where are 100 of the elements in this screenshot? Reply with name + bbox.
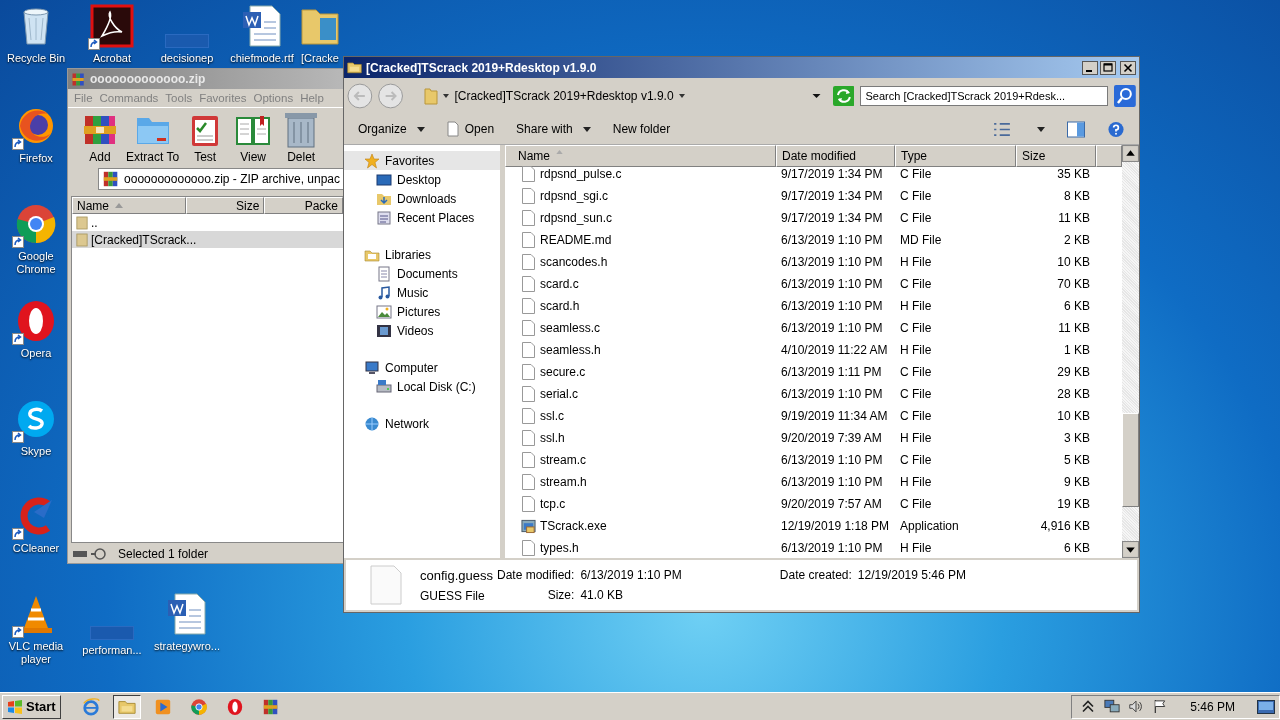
column-header[interactable]: Type bbox=[895, 145, 1016, 167]
flag-icon[interactable] bbox=[1152, 699, 1169, 714]
speaker-icon[interactable] bbox=[1128, 699, 1145, 714]
preview-pane-icon[interactable] bbox=[1067, 120, 1085, 138]
file-name[interactable]: rdpsnd_pulse.c bbox=[540, 167, 622, 181]
type-cell-text: C File bbox=[899, 453, 933, 467]
type-cell-text: H File bbox=[899, 475, 933, 489]
desktop-shortcut[interactable]: Google Chrome bbox=[6, 202, 66, 276]
caret-icon[interactable] bbox=[1037, 126, 1045, 132]
desktop-shortcut[interactable]: Skype bbox=[6, 397, 66, 458]
clock[interactable]: 5:46 PM bbox=[1190, 699, 1235, 714]
date-cell-text: 12/19/2019 1:18 PM bbox=[780, 519, 891, 533]
file-name[interactable]: seamless.c bbox=[540, 321, 601, 335]
nav-item[interactable]: Favorites bbox=[344, 151, 500, 170]
toolbar-button[interactable]: Open bbox=[446, 121, 495, 137]
toolbar-button[interactable]: Organize bbox=[358, 122, 425, 136]
nav-item[interactable]: Documents bbox=[344, 264, 500, 283]
nav-item[interactable]: Network bbox=[344, 414, 500, 433]
column-header[interactable]: Packe bbox=[264, 197, 343, 214]
film-icon bbox=[376, 322, 392, 339]
music-note-icon bbox=[376, 284, 392, 301]
minimize-button[interactable] bbox=[1082, 60, 1098, 75]
toolbar-button[interactable]: New folder bbox=[612, 122, 671, 136]
nav-item[interactable]: Libraries bbox=[344, 245, 500, 264]
nav-item[interactable]: Downloads bbox=[344, 189, 500, 208]
scrollbar-thumb[interactable] bbox=[1122, 413, 1139, 507]
desktop-shortcut[interactable]: Recycle Bin bbox=[6, 4, 66, 65]
desktop-shortcut[interactable]: [Cracke bbox=[298, 4, 342, 65]
file-name[interactable]: serial.c bbox=[540, 387, 578, 401]
show-desktop-button[interactable] bbox=[1257, 699, 1275, 714]
file-type: GUESS File bbox=[420, 588, 486, 603]
toolbar-button[interactable]: Add bbox=[78, 112, 122, 164]
file-name[interactable]: scard.h bbox=[540, 299, 580, 313]
close-button[interactable] bbox=[1120, 60, 1136, 75]
desktop-shortcut[interactable]: CCleaner bbox=[6, 494, 66, 555]
file-name[interactable]: seamless.h bbox=[540, 343, 601, 357]
toolbar-button[interactable]: Share with bbox=[516, 122, 591, 136]
nav-item[interactable]: Computer bbox=[344, 358, 500, 377]
search-field[interactable]: Search [Cracked]TScrack 2019+Rdesk... bbox=[860, 86, 1109, 106]
nav-item[interactable]: Recent Places bbox=[344, 208, 500, 227]
start-button[interactable]: Start bbox=[2, 694, 61, 719]
network-icon[interactable] bbox=[1104, 699, 1121, 714]
desktop-shortcut[interactable]: Acrobat bbox=[82, 4, 142, 65]
toolbar-button[interactable]: View bbox=[231, 112, 276, 164]
file-name[interactable]: ssl.c bbox=[540, 409, 564, 423]
type-cell-text: H File bbox=[899, 255, 933, 269]
column-header[interactable]: Name bbox=[505, 145, 776, 167]
date-cell-text: 9/17/2019 1:34 PM bbox=[780, 167, 884, 181]
file-name[interactable]: tcp.c bbox=[540, 497, 566, 511]
file-name[interactable]: TScrack.exe bbox=[540, 519, 607, 533]
search-button[interactable] bbox=[1114, 85, 1136, 107]
taskbar-button[interactable] bbox=[112, 694, 141, 719]
path-field[interactable]: ooooooooooooo.zip - ZIP archive, unpac bbox=[98, 168, 344, 190]
nav-item[interactable]: Music bbox=[344, 283, 500, 302]
toolbar-button[interactable]: Test bbox=[183, 112, 228, 164]
field-label: Date created: bbox=[779, 568, 852, 582]
maximize-button[interactable] bbox=[1100, 60, 1116, 75]
scrollbar[interactable] bbox=[1122, 145, 1139, 558]
nav-item[interactable]: Videos bbox=[344, 321, 500, 340]
nav-item[interactable]: Local Disk (C:) bbox=[344, 377, 500, 396]
toolbar-button[interactable]: Extract To bbox=[126, 112, 180, 164]
computer-icon bbox=[364, 359, 380, 376]
date-cell-text: 6/13/2019 1:10 PM bbox=[780, 233, 884, 247]
view-options-icon[interactable] bbox=[993, 120, 1011, 138]
file-name[interactable]: ssl.h bbox=[540, 431, 565, 445]
refresh-button[interactable] bbox=[832, 86, 855, 106]
column-header[interactable]: Name bbox=[72, 197, 186, 214]
archive-row[interactable]: .. bbox=[72, 214, 343, 231]
desktop-shortcut[interactable]: Opera bbox=[6, 299, 66, 360]
archive-row[interactable]: [Cracked]TScrack... bbox=[72, 231, 343, 248]
dropdown-caret-icon[interactable] bbox=[811, 93, 821, 99]
date-cell-text: 9/20/2019 7:39 AM bbox=[780, 431, 883, 445]
type-cell-text: C File bbox=[899, 365, 933, 379]
nav-item[interactable]: Desktop bbox=[344, 170, 500, 189]
file-name[interactable]: scard.c bbox=[540, 277, 579, 291]
file-name[interactable]: scancodes.h bbox=[540, 255, 608, 269]
desktop-shortcut[interactable]: VLC media player bbox=[6, 592, 66, 666]
type-cell-text: C File bbox=[899, 387, 933, 401]
column-header[interactable]: Date modified bbox=[776, 145, 895, 167]
type-cell-text: Application bbox=[899, 519, 960, 533]
file-name[interactable]: stream.h bbox=[540, 475, 587, 489]
file-name[interactable]: rdpsnd_sun.c bbox=[540, 211, 613, 225]
desktop-shortcut[interactable]: Firefox bbox=[6, 104, 66, 165]
field-value: 41.0 KB bbox=[580, 588, 625, 602]
file-name[interactable]: rdpsnd_sgi.c bbox=[540, 189, 609, 203]
file-name[interactable]: README.md bbox=[540, 233, 612, 247]
toolbar-button[interactable]: Delet bbox=[279, 112, 324, 164]
desktop-shortcut[interactable]: decisionep bbox=[157, 4, 217, 65]
help-icon[interactable] bbox=[1107, 120, 1125, 138]
size-cell-text: 11 KB bbox=[1057, 321, 1091, 335]
nav-item[interactable]: Pictures bbox=[344, 302, 500, 321]
column-header[interactable]: Size bbox=[185, 197, 265, 214]
desktop-shortcut[interactable]: chiefmode.rtf bbox=[232, 4, 292, 65]
date-cell-text: 6/13/2019 1:11 PM bbox=[780, 365, 883, 379]
file-name[interactable]: secure.c bbox=[540, 365, 586, 379]
file-name[interactable]: stream.c bbox=[540, 453, 586, 467]
documents-icon bbox=[376, 265, 392, 282]
column-header[interactable]: Size bbox=[1016, 145, 1096, 167]
file-name[interactable]: types.h bbox=[540, 541, 579, 555]
desktop-shortcut[interactable]: performan... bbox=[82, 596, 142, 657]
